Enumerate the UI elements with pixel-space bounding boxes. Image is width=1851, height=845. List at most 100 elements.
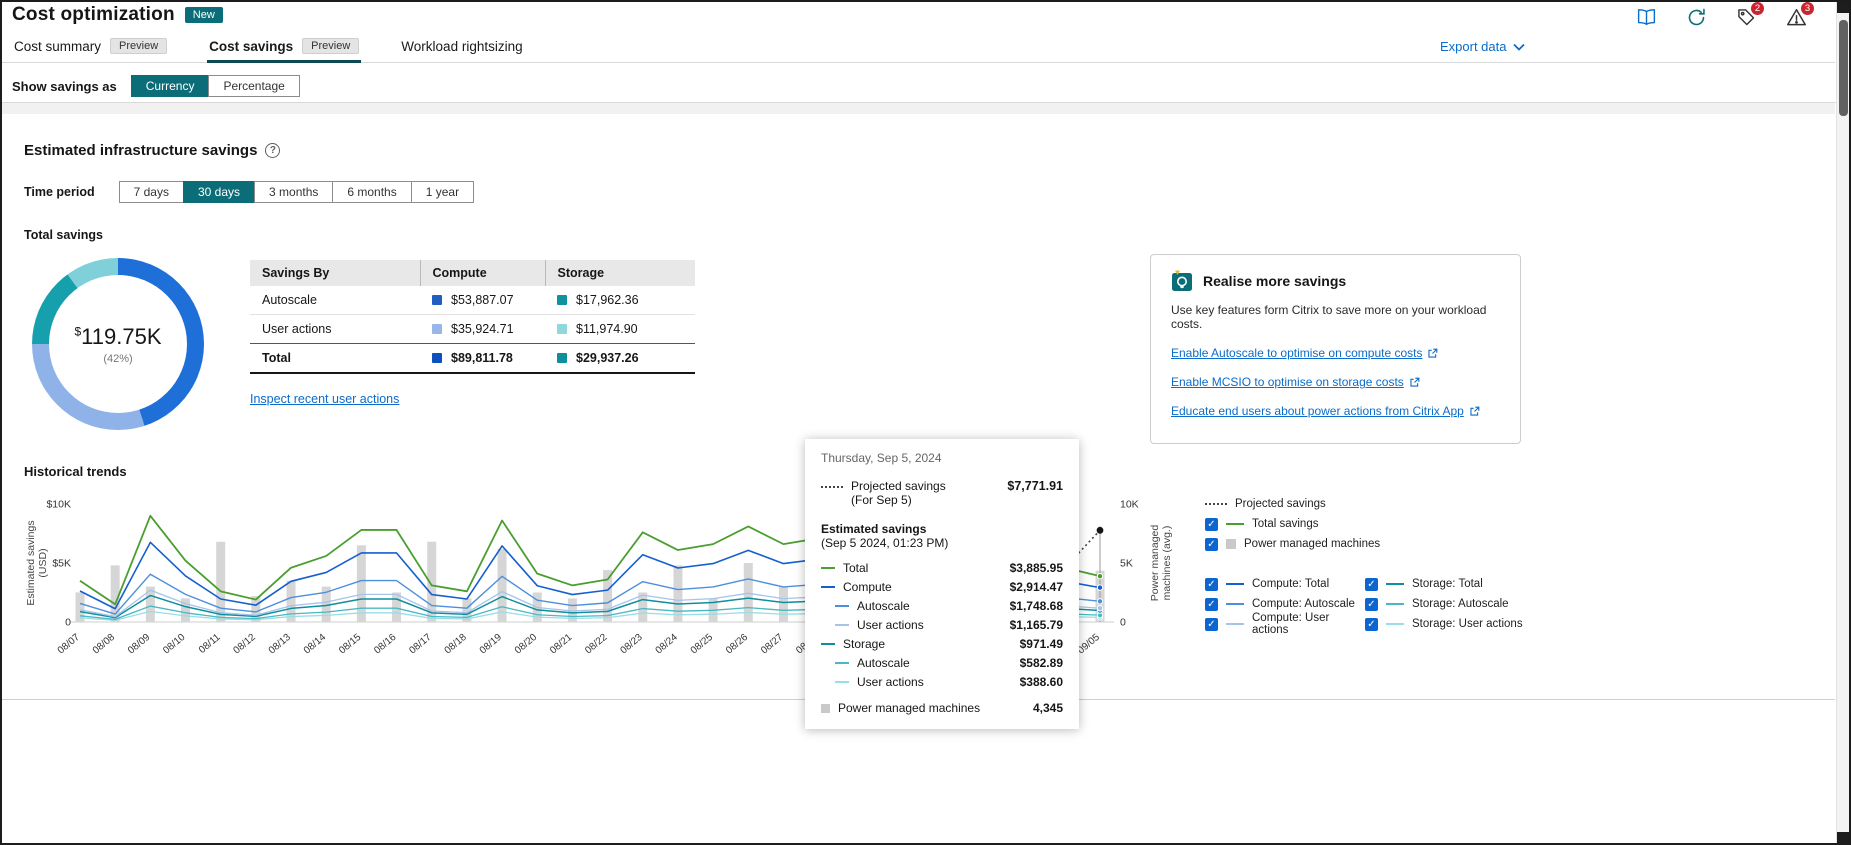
legend-label: Compute: User actions: [1252, 612, 1365, 636]
period-30-days[interactable]: 30 days: [183, 181, 255, 203]
x-tick-label: 08/11: [197, 632, 223, 656]
period-3-months[interactable]: 3 months: [254, 181, 333, 203]
legend-compute-user-actions: ✓ Compute: User actions: [1205, 614, 1365, 634]
y-tick-right: 10K: [1120, 499, 1139, 511]
legend-label: Total savings: [1252, 518, 1318, 530]
x-tick-label: 08/09: [126, 632, 153, 657]
legend-storage-autoscale: ✓Storage: Autoscale: [1365, 594, 1540, 614]
preview-badge: Preview: [302, 38, 359, 54]
y-tick-left: $10K: [46, 499, 71, 511]
topbar-icons: 2 3: [1635, 6, 1807, 28]
cell-storage: $29,937.26: [545, 344, 695, 374]
reader-icon[interactable]: [1635, 6, 1657, 28]
cost-optimization-window: Cost optimization New 2 3 Cost summaryPr…: [0, 0, 1851, 845]
page-title: Cost optimization: [12, 4, 175, 26]
legend-storage-total: ✓ Storage: Total: [1365, 574, 1540, 594]
cell-storage: $17,962.36: [545, 286, 695, 315]
period-6-months[interactable]: 6 months: [332, 181, 411, 203]
tab-workload-rightsizing[interactable]: Workload rightsizing: [399, 32, 524, 63]
new-badge: New: [185, 7, 223, 23]
donut-center: $119.75K (42%): [49, 275, 187, 413]
tooltip-row-value: $582.89: [1020, 656, 1063, 670]
x-tick-label: 08/24: [654, 632, 681, 657]
legend-label: Compute: Autoscale: [1252, 598, 1355, 610]
checkbox-compute-total[interactable]: ✓: [1205, 578, 1218, 591]
time-period-toggle: 7 days30 days3 months6 months1 year: [119, 181, 474, 203]
line-swatch-icon: [835, 624, 849, 626]
projected-line-icon: [1205, 503, 1227, 505]
vertical-scrollbar[interactable]: [1836, 2, 1849, 843]
link-enable-mcsio-to-optimise-on-storage-costs[interactable]: Enable MCSIO to optimise on storage cost…: [1171, 375, 1404, 389]
x-tick-label: 08/19: [478, 632, 505, 657]
help-icon[interactable]: ?: [265, 143, 280, 158]
tag-icon[interactable]: 2: [1735, 6, 1757, 28]
tooltip-row-compute: Compute$2,914.47: [821, 577, 1063, 596]
time-period-row: Time period 7 days30 days3 months6 month…: [24, 181, 474, 203]
y-axis-title-left: (USD): [37, 548, 49, 577]
checkbox-total-savings[interactable]: ✓: [1205, 518, 1218, 531]
checkbox-compute-user-actions[interactable]: ✓: [1205, 618, 1218, 631]
external-link-icon: [1409, 377, 1420, 388]
donut-value: $119.75K: [74, 324, 161, 350]
storage-color-swatch: [557, 324, 567, 334]
tab-cost-savings[interactable]: Cost savingsPreview: [207, 32, 361, 63]
legend-total-savings: ✓ Total savings: [1205, 514, 1380, 534]
show-as-currency[interactable]: Currency: [131, 75, 210, 97]
scroll-up-arrow[interactable]: [1837, 2, 1850, 13]
tooltip-row-value: $2,914.47: [1010, 580, 1063, 594]
realise-more-savings-card: Realise more savings Use key features fo…: [1150, 254, 1521, 444]
inspect-user-actions-link[interactable]: Inspect recent user actions: [250, 392, 399, 406]
y-axis-title-left: Estimated savings: [25, 520, 37, 605]
show-as-percentage[interactable]: Percentage: [208, 75, 299, 97]
show-savings-as-label: Show savings as: [12, 79, 117, 94]
tooltip-row-autoscale: Autoscale$582.89: [835, 653, 1063, 672]
compute-color-swatch: [432, 295, 442, 305]
link-enable-autoscale-to-optimise-on-compute-costs[interactable]: Enable Autoscale to optimise on compute …: [1171, 346, 1422, 360]
tooltip-date: Thursday, Sep 5, 2024: [821, 451, 1063, 465]
external-link-icon: [1427, 348, 1438, 359]
historical-trends-label: Historical trends: [24, 464, 127, 479]
tooltip-row-label: User actions: [857, 618, 924, 632]
period-7-days[interactable]: 7 days: [119, 181, 184, 203]
x-tick-label: 08/10: [161, 632, 188, 657]
alert-icon[interactable]: 3: [1785, 6, 1807, 28]
checkbox-storage-autoscale[interactable]: ✓: [1365, 598, 1378, 611]
y-tick-left: $5K: [52, 558, 71, 570]
tooltip-power-value: 4,345: [1033, 701, 1063, 715]
tab-list: Cost summaryPreview Cost savingsPreview Wo…: [12, 32, 563, 63]
realise-card-title: Realise more savings: [1203, 273, 1346, 289]
legend-label: Storage: User actions: [1412, 618, 1523, 630]
tooltip-row-value: $971.49: [1020, 637, 1063, 651]
power-bar: [673, 565, 682, 622]
topbar: Cost optimization New 2 3: [2, 2, 1835, 30]
savings-table-body: Autoscale$53,887.07$17,962.36User action…: [250, 286, 695, 373]
chart-tooltip: Thursday, Sep 5, 2024 Projected savings …: [805, 439, 1079, 729]
checkbox-power-managed-machines[interactable]: ✓: [1205, 538, 1218, 551]
power-bar: [779, 587, 788, 622]
y-tick-right: 5K: [1120, 558, 1133, 570]
col-header-storage: Storage: [545, 260, 695, 286]
period-1-year[interactable]: 1 year: [411, 181, 474, 203]
tab-cost-summary[interactable]: Cost summaryPreview: [12, 32, 169, 63]
legend-label: Projected savings: [1235, 498, 1326, 510]
scrollbar-thumb[interactable]: [1839, 20, 1848, 116]
tooltip-row-value: $388.60: [1020, 675, 1063, 689]
tooltip-row-total: Total$3,885.95: [821, 558, 1063, 577]
link-educate-end-users-about-power-actions-from-citrix-app[interactable]: Educate end users about power actions fr…: [1171, 404, 1464, 418]
background-band: [2, 103, 1835, 114]
line-swatch-icon: [1386, 583, 1404, 585]
checkbox-storage-total[interactable]: ✓: [1365, 578, 1378, 591]
realise-link-row: Educate end users about power actions fr…: [1171, 404, 1500, 418]
hover-point-compute-total: [1097, 585, 1102, 590]
line-swatch-icon: [821, 567, 835, 569]
checkbox-storage-user-actions[interactable]: ✓: [1365, 618, 1378, 631]
legend-label: Storage: Total: [1412, 578, 1483, 590]
scroll-down-arrow[interactable]: [1837, 832, 1850, 843]
export-data-button[interactable]: Export data: [1440, 39, 1525, 54]
refresh-icon[interactable]: [1685, 6, 1707, 28]
checkbox-compute-autoscale[interactable]: ✓: [1205, 598, 1218, 611]
x-tick-label: 08/13: [267, 632, 294, 657]
total-savings-donut-chart[interactable]: $119.75K (42%): [32, 258, 204, 430]
legend-compute-autoscale: ✓ Compute: Autoscale: [1205, 594, 1365, 614]
line-swatch-icon: [821, 643, 835, 645]
